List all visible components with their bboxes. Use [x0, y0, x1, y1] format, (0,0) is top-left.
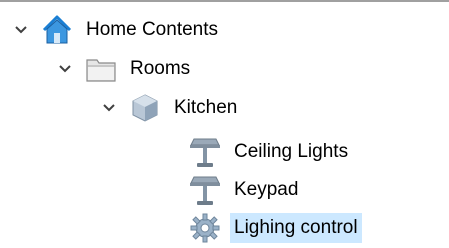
tree-node-label: Rooms: [130, 58, 191, 79]
chevron-down-icon[interactable]: [56, 51, 74, 87]
tree-node-label: Home Contents: [86, 19, 219, 40]
tree-node-ceiling-lights[interactable]: Ceiling Lights: [188, 134, 352, 170]
chevron-down-icon[interactable]: [12, 12, 30, 48]
lamp-icon: [188, 173, 222, 207]
tree-view[interactable]: Home Contents Rooms Kitchen Ceiling Ligh…: [0, 0, 449, 248]
tree-node-rooms[interactable]: Rooms: [56, 51, 194, 87]
tree-node-home-contents[interactable]: Home Contents: [12, 12, 222, 48]
room-cube-icon: [128, 91, 162, 125]
tree-node-label-selected: Lighing control: [230, 213, 362, 243]
tree-node-lighing-control[interactable]: Lighing control: [188, 210, 362, 246]
tree-node-label: Keypad: [234, 179, 299, 200]
home-icon: [40, 13, 74, 47]
chevron-down-icon[interactable]: [100, 90, 118, 126]
folder-icon: [84, 52, 118, 86]
gear-icon: [188, 211, 222, 245]
tree-node-keypad[interactable]: Keypad: [188, 172, 302, 208]
tree-node-label: Ceiling Lights: [234, 141, 349, 162]
tree-node-kitchen[interactable]: Kitchen: [100, 90, 241, 126]
lamp-icon: [188, 135, 222, 169]
tree-node-label: Kitchen: [174, 97, 238, 118]
